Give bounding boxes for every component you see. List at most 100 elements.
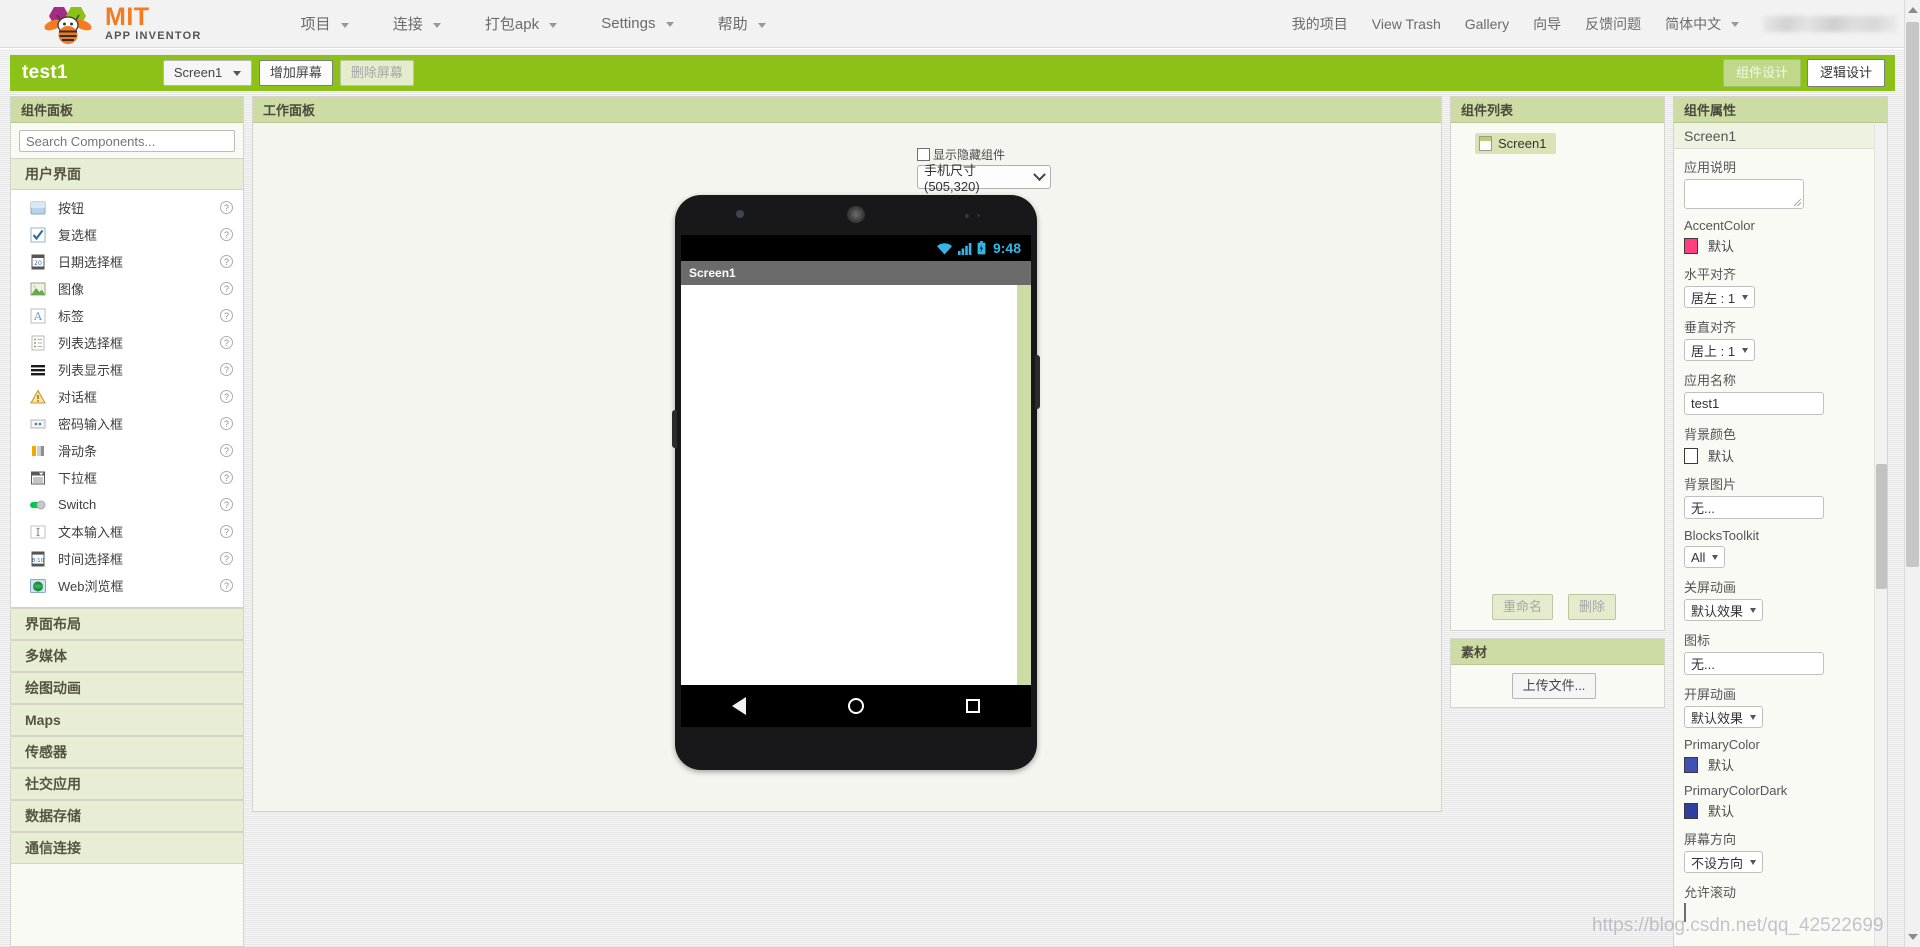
recent-nav-icon[interactable] xyxy=(966,699,980,713)
chevron-down-icon xyxy=(1750,859,1757,865)
nav-language-selector[interactable]: 简体中文 xyxy=(1653,9,1751,39)
menu-item-help[interactable]: 帮助 xyxy=(704,7,780,40)
palette-item-datepicker[interactable]: 20 日期选择框 ? xyxy=(11,248,243,275)
blocks-toolkit-dropdown[interactable]: All xyxy=(1684,546,1726,568)
open-screen-animation-dropdown[interactable]: 默认效果 xyxy=(1684,706,1764,728)
align-vertical-dropdown[interactable]: 居上 : 1 xyxy=(1684,339,1756,361)
remove-screen-button[interactable]: 删除屏幕 xyxy=(339,60,414,86)
palette-category-storage[interactable]: 数据存储 xyxy=(11,800,243,832)
help-icon[interactable]: ? xyxy=(220,417,233,430)
properties-scrollbar[interactable] xyxy=(1874,124,1887,946)
page-scrollbar-thumb[interactable] xyxy=(1906,22,1919,567)
palette-item-label: 日期选择框 xyxy=(58,255,124,270)
components-tree: Screen1 重命名 删除 xyxy=(1451,123,1664,630)
align-horizontal-dropdown[interactable]: 居左 : 1 xyxy=(1684,286,1756,308)
help-icon[interactable]: ? xyxy=(220,363,233,376)
palette-item-passwordbox[interactable]: 密码输入框 ? xyxy=(11,410,243,437)
close-screen-animation-dropdown[interactable]: 默认效果 xyxy=(1684,599,1764,621)
account-email-redacted[interactable] xyxy=(1763,15,1898,32)
help-icon[interactable]: ? xyxy=(220,309,233,322)
help-icon[interactable]: ? xyxy=(220,282,233,295)
help-icon[interactable]: ? xyxy=(220,201,233,214)
properties-scrollbar-thumb[interactable] xyxy=(1876,464,1887,589)
project-toolbar: test1 Screen1 增加屏幕 删除屏幕 组件设计 逻辑设计 xyxy=(10,55,1895,91)
help-icon[interactable]: ? xyxy=(220,471,233,484)
property-align-vertical: 垂直对齐 居上 : 1 xyxy=(1684,317,1877,361)
tab-designer[interactable]: 组件设计 xyxy=(1722,59,1801,87)
palette-item-spinner[interactable]: 下拉框 ? xyxy=(11,464,243,491)
palette-item-timepicker[interactable]: 8:10 时间选择框 ? xyxy=(11,545,243,572)
color-swatch-icon[interactable] xyxy=(1684,447,1698,464)
palette-category-sensors[interactable]: 传感器 xyxy=(11,736,243,768)
help-icon[interactable]: ? xyxy=(220,498,233,511)
palette-category-layout[interactable]: 界面布局 xyxy=(11,608,243,640)
palette-item-notifier[interactable]: 对话框 ? xyxy=(11,383,243,410)
background-image-field[interactable] xyxy=(1684,496,1824,519)
rename-component-button[interactable]: 重命名 xyxy=(1491,594,1553,620)
screen-selector-dropdown[interactable]: Screen1 xyxy=(162,60,252,86)
accent-color-row[interactable]: 默认 xyxy=(1684,236,1877,255)
scroll-up-icon[interactable] xyxy=(1908,7,1918,13)
tree-item-screen1[interactable]: Screen1 xyxy=(1475,133,1557,154)
palette-category-social[interactable]: 社交应用 xyxy=(11,768,243,800)
search-input[interactable] xyxy=(19,130,235,152)
light-sensor-icon xyxy=(977,214,980,217)
scroll-down-icon[interactable] xyxy=(1908,934,1918,940)
palette-item-image[interactable]: 图像 ? xyxy=(11,275,243,302)
nav-report-issue[interactable]: 反馈问题 xyxy=(1573,9,1653,39)
palette-item-switch[interactable]: Switch ? xyxy=(11,491,243,518)
property-value: 不设方向 xyxy=(1691,855,1744,871)
back-nav-icon[interactable] xyxy=(732,697,746,715)
color-swatch-icon[interactable] xyxy=(1684,802,1698,819)
palette-item-checkbox[interactable]: 复选框 ? xyxy=(11,221,243,248)
about-screen-textarea[interactable] xyxy=(1684,179,1804,209)
palette-category-media[interactable]: 多媒体 xyxy=(11,640,243,672)
tab-blocks[interactable]: 逻辑设计 xyxy=(1806,59,1885,87)
menu-item-build[interactable]: 打包apk xyxy=(471,7,571,40)
scrollable-checkbox[interactable] xyxy=(1684,903,1686,922)
primary-color-dark-row[interactable]: 默认 xyxy=(1684,801,1877,820)
screen-size-preset-dropdown[interactable]: 手机尺寸 (505,320) xyxy=(917,163,1051,194)
palette-item-webviewer[interactable]: Web浏览框 ? xyxy=(11,572,243,599)
icon-field[interactable] xyxy=(1684,652,1824,675)
palette-item-textbox[interactable]: 文本输入框 ? xyxy=(11,518,243,545)
palette-category-maps[interactable]: Maps xyxy=(11,704,243,736)
page-scrollbar[interactable] xyxy=(1904,0,1920,947)
palette-item-button[interactable]: 按钮 ? xyxy=(11,194,243,221)
palette-item-listview[interactable]: 列表显示框 ? xyxy=(11,356,243,383)
help-icon[interactable]: ? xyxy=(220,255,233,268)
nav-gallery[interactable]: Gallery xyxy=(1453,11,1521,37)
palette-item-slider[interactable]: 滑动条 ? xyxy=(11,437,243,464)
color-swatch-icon[interactable] xyxy=(1684,237,1698,254)
palette-category-drawing-animation[interactable]: 绘图动画 xyxy=(11,672,243,704)
app-name-field[interactable] xyxy=(1684,392,1824,415)
form-scrollbar[interactable] xyxy=(1017,285,1031,685)
app-logo[interactable]: MIT APP INVENTOR xyxy=(40,3,202,45)
help-icon[interactable]: ? xyxy=(220,228,233,241)
color-swatch-icon[interactable] xyxy=(1684,756,1698,773)
help-icon[interactable]: ? xyxy=(220,390,233,403)
help-icon[interactable]: ? xyxy=(220,525,233,538)
palette-item-label-component[interactable]: A 标签 ? xyxy=(11,302,243,329)
help-icon[interactable]: ? xyxy=(220,552,233,565)
screen-orientation-dropdown[interactable]: 不设方向 xyxy=(1684,851,1764,873)
nav-view-trash[interactable]: View Trash xyxy=(1360,11,1453,37)
palette-category-connectivity[interactable]: 通信连接 xyxy=(11,832,243,864)
help-icon[interactable]: ? xyxy=(220,336,233,349)
primary-color-row[interactable]: 默认 xyxy=(1684,755,1877,774)
home-nav-icon[interactable] xyxy=(848,698,864,714)
upload-file-button[interactable]: 上传文件... xyxy=(1511,673,1597,699)
help-icon[interactable]: ? xyxy=(220,579,233,592)
palette-item-listpicker[interactable]: 列表选择框 ? xyxy=(11,329,243,356)
add-screen-button[interactable]: 增加屏幕 xyxy=(258,60,333,86)
menu-item-connect[interactable]: 连接 xyxy=(379,7,455,40)
palette-category-user-interface[interactable]: 用户界面 xyxy=(11,158,243,190)
form-design-area[interactable] xyxy=(681,285,1031,685)
menu-item-settings[interactable]: Settings xyxy=(587,9,687,38)
menu-item-project[interactable]: 项目 xyxy=(287,7,363,40)
nav-guide[interactable]: 向导 xyxy=(1521,9,1573,39)
help-icon[interactable]: ? xyxy=(220,444,233,457)
delete-component-button[interactable]: 删除 xyxy=(1568,594,1617,620)
background-color-row[interactable]: 默认 xyxy=(1684,446,1877,465)
nav-my-projects[interactable]: 我的项目 xyxy=(1280,9,1360,39)
